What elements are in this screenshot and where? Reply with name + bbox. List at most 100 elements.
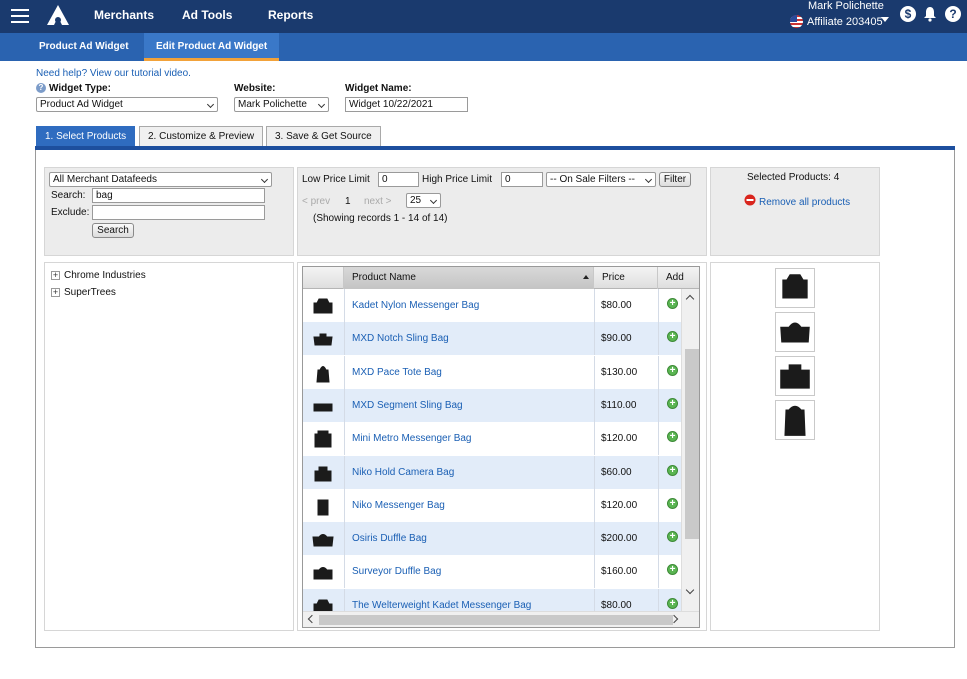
table-row[interactable]: Niko Messenger Bag $120.00 + — [303, 488, 699, 522]
product-thumbnail — [314, 466, 332, 481]
widget-name-input[interactable]: Widget 10/22/2021 — [345, 97, 468, 112]
add-product-icon[interactable]: + — [667, 431, 678, 443]
product-price: $80.00 — [601, 300, 632, 311]
records-count: (Showing records 1 - 14 of 14) — [313, 213, 448, 224]
website-label: Website: — [234, 83, 276, 94]
affiliate-selector[interactable]: Affiliate 203405 — [790, 15, 883, 28]
bag-image — [780, 364, 810, 389]
scroll-left-icon[interactable] — [307, 614, 317, 624]
expand-icon[interactable]: + — [51, 271, 60, 280]
add-product-icon[interactable]: + — [667, 531, 678, 543]
table-row[interactable]: Mini Metro Messenger Bag $120.00 + — [303, 422, 699, 456]
header-product-name-label: Product Name — [352, 272, 416, 283]
tree-item-chrome-industries[interactable]: + Chrome Industries — [51, 270, 146, 281]
add-product-icon[interactable]: + — [667, 497, 678, 509]
website-select[interactable]: Mark Polichette — [234, 97, 329, 112]
remove-all-link[interactable]: Remove all products — [759, 197, 850, 208]
table-row[interactable]: MXD Notch Sling Bag $90.00 + — [303, 322, 699, 356]
selected-product-thumbnail[interactable] — [775, 356, 815, 396]
next-page-link[interactable]: next > — [364, 196, 392, 207]
header-product-name[interactable]: Product Name — [344, 267, 594, 289]
add-product-icon[interactable]: + — [667, 397, 678, 409]
add-product-icon[interactable]: + — [667, 564, 678, 576]
expand-icon[interactable]: + — [51, 288, 60, 297]
scroll-thumb[interactable] — [685, 349, 699, 539]
subtab-product-ad-widget[interactable]: Product Ad Widget — [27, 33, 141, 61]
selected-product-thumbnail[interactable] — [775, 312, 815, 352]
bell-icon[interactable] — [922, 6, 938, 22]
tab-select-products[interactable]: 1. Select Products — [36, 126, 136, 147]
product-name-link[interactable]: MXD Segment Sling Bag — [352, 400, 463, 411]
table-row[interactable]: Kadet Nylon Messenger Bag $80.00 + — [303, 289, 699, 322]
add-product-icon[interactable]: + — [667, 597, 678, 609]
exclude-input[interactable] — [92, 205, 265, 220]
table-row[interactable]: Osiris Duffle Bag $200.00 + — [303, 522, 699, 556]
add-product-icon[interactable]: + — [667, 464, 678, 476]
prev-page-link[interactable]: < prev — [302, 196, 330, 207]
widget-type-label: ? Widget Type: — [36, 83, 111, 94]
search-button[interactable]: Search — [92, 223, 134, 238]
high-price-input[interactable]: 0 — [501, 172, 543, 187]
selected-count: Selected Products: 4 — [747, 172, 840, 183]
cell-divider — [658, 555, 659, 589]
product-name-link[interactable]: Niko Hold Camera Bag — [352, 467, 454, 478]
tree-item-supertrees[interactable]: + SuperTrees — [51, 287, 116, 298]
selected-product-thumbnail[interactable] — [775, 400, 815, 440]
cell-divider — [344, 289, 345, 322]
add-product-icon[interactable]: + — [667, 364, 678, 376]
table-row[interactable]: Surveyor Duffle Bag $160.00 + — [303, 555, 699, 589]
nav-reports[interactable]: Reports — [268, 8, 313, 22]
chevron-down-icon[interactable] — [881, 17, 889, 22]
table-row[interactable]: MXD Segment Sling Bag $110.00 + — [303, 388, 699, 422]
product-name-link[interactable]: Surveyor Duffle Bag — [352, 566, 441, 577]
tab-save-get-source[interactable]: 3. Save & Get Source — [266, 126, 381, 147]
cell-divider — [594, 322, 595, 356]
info-icon[interactable]: ? — [36, 83, 46, 94]
product-name-link[interactable]: Kadet Nylon Messenger Bag — [352, 300, 479, 311]
dollar-icon[interactable]: $ — [900, 6, 916, 22]
sort-asc-icon — [583, 275, 589, 279]
low-price-input[interactable]: 0 — [378, 172, 419, 187]
exclude-label: Exclude: — [51, 207, 90, 218]
vertical-scrollbar[interactable] — [681, 289, 699, 611]
scroll-down-icon[interactable] — [685, 585, 695, 595]
help-icon[interactable]: ? — [945, 6, 961, 22]
widget-type-select[interactable]: Product Ad Widget — [36, 97, 218, 112]
product-name-link[interactable]: Niko Messenger Bag — [352, 500, 445, 511]
product-name-link[interactable]: MXD Pace Tote Bag — [352, 367, 442, 378]
datafeed-select[interactable]: All Merchant Datafeeds — [49, 172, 272, 187]
grid-header: Product Name Price Add — [303, 267, 699, 289]
product-thumbnail — [314, 430, 332, 448]
remove-icon[interactable] — [744, 194, 756, 206]
per-page-select[interactable]: 25 — [406, 193, 441, 208]
tab-customize-preview[interactable]: 2. Customize & Preview — [139, 126, 264, 147]
product-name-link[interactable]: Osiris Duffle Bag — [352, 533, 427, 544]
sale-filter-select[interactable]: -- On Sale Filters -- — [546, 172, 656, 187]
search-input[interactable]: bag — [92, 188, 265, 203]
subtab-edit-product-ad-widget[interactable]: Edit Product Ad Widget — [144, 33, 280, 61]
table-row[interactable]: MXD Pace Tote Bag $130.00 + — [303, 355, 699, 389]
user-name[interactable]: Mark Polichette — [808, 0, 884, 12]
cell-divider — [344, 555, 345, 589]
help-tutorial-link[interactable]: Need help? View our tutorial video. — [36, 68, 191, 79]
cell-divider — [658, 322, 659, 356]
selected-product-thumbnail[interactable] — [775, 268, 815, 308]
add-product-icon[interactable]: + — [667, 298, 678, 309]
horizontal-scrollbar[interactable] — [303, 611, 699, 627]
product-name-link[interactable]: The Welterweight Kadet Messenger Bag — [352, 600, 531, 611]
cell-divider — [344, 355, 345, 389]
low-price-label: Low Price Limit — [302, 174, 370, 185]
scroll-thumb-horizontal[interactable] — [319, 615, 673, 625]
nav-ad-tools[interactable]: Ad Tools — [182, 8, 232, 22]
nav-merchants[interactable]: Merchants — [94, 8, 154, 22]
product-name-link[interactable]: Mini Metro Messenger Bag — [352, 433, 472, 444]
scroll-up-icon[interactable] — [685, 294, 695, 304]
product-name-link[interactable]: MXD Notch Sling Bag — [352, 333, 449, 344]
cell-divider — [344, 522, 345, 556]
add-product-icon[interactable]: + — [667, 331, 678, 343]
menu-icon[interactable] — [11, 9, 29, 23]
filter-button[interactable]: Filter — [659, 172, 691, 187]
table-row[interactable]: Niko Hold Camera Bag $60.00 + — [303, 455, 699, 489]
header-price[interactable]: Price — [594, 267, 658, 289]
logo-icon[interactable] — [45, 3, 71, 27]
